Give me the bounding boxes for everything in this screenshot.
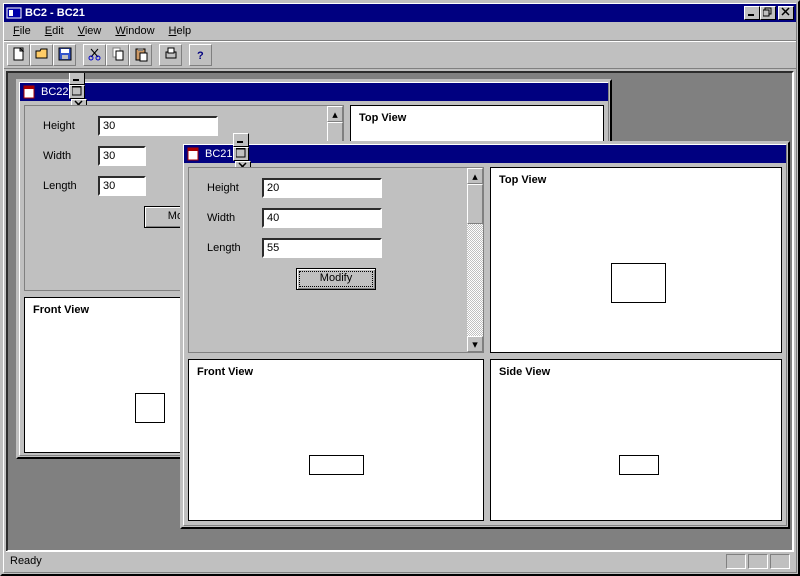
status-pane-1 (726, 554, 746, 569)
bc21-side-view-box (619, 455, 659, 475)
bc21-top-view-panel: Top View (490, 167, 782, 353)
mdi-client-area: BC22 Height Width (6, 71, 794, 552)
bc21-form-panel: Height Width Length Modify ▴ (188, 167, 484, 353)
menu-help-label: elp (176, 25, 191, 37)
open-folder-icon (34, 46, 50, 65)
bc21-front-view-panel: Front View (188, 359, 484, 521)
bc21-minimize-button[interactable] (233, 133, 249, 147)
app-titlebar[interactable]: BC2 - BC21 (4, 4, 796, 22)
bc21-top-view-box (611, 263, 666, 303)
save-disk-icon (57, 46, 73, 65)
new-file-icon (11, 46, 27, 65)
app-frame: BC2 - BC21 File Edit View Window Help ? (0, 0, 800, 576)
bc22-front-view-box (135, 393, 165, 423)
printer-icon (163, 46, 179, 65)
bc21-titlebar[interactable]: BC21 (184, 145, 786, 163)
toolbar: ? (4, 41, 796, 69)
bc21-front-view-label: Front View (189, 360, 483, 384)
toolbar-new-button[interactable] (7, 44, 30, 66)
minimize-button[interactable] (744, 6, 760, 20)
bc22-height-label: Height (43, 120, 98, 132)
help-icon: ? (193, 46, 209, 65)
bc21-length-label: Length (207, 242, 262, 254)
app-title: BC2 - BC21 (25, 7, 744, 19)
status-pane-2 (748, 554, 768, 569)
menu-window-label: indow (126, 25, 155, 37)
close-button[interactable] (778, 6, 794, 20)
bc22-length-input[interactable] (98, 176, 146, 196)
menu-view[interactable]: View (71, 23, 109, 39)
bc22-maximize-button[interactable] (69, 85, 85, 99)
bc21-width-input[interactable] (262, 208, 382, 228)
menubar: File Edit View Window Help (4, 22, 796, 41)
menu-view-label: iew (85, 25, 102, 37)
doc-icon (22, 84, 38, 100)
bc21-form-scrollbar[interactable]: ▴ ▾ (467, 168, 483, 352)
menu-edit[interactable]: Edit (38, 23, 71, 39)
bc21-top-view-label: Top View (491, 168, 781, 192)
bc22-title: BC22 (41, 86, 69, 98)
toolbar-copy-button[interactable] (106, 44, 129, 66)
bc21-length-input[interactable] (262, 238, 382, 258)
scroll-down-icon[interactable]: ▾ (467, 336, 483, 352)
bc21-front-view-box (309, 455, 364, 475)
bc21-title: BC21 (205, 148, 233, 160)
bc22-top-view-label: Top View (351, 106, 603, 130)
paste-icon (133, 46, 149, 65)
toolbar-cut-button[interactable] (83, 44, 106, 66)
status-text: Ready (10, 555, 724, 567)
menu-edit-label: dit (52, 25, 64, 37)
svg-text:?: ? (197, 50, 204, 62)
copy-icon (110, 46, 126, 65)
bc21-modify-button[interactable]: Modify (296, 268, 376, 290)
toolbar-open-button[interactable] (30, 44, 53, 66)
scroll-up-icon[interactable]: ▴ (467, 168, 483, 184)
toolbar-print-button[interactable] (159, 44, 182, 66)
bc22-width-input[interactable] (98, 146, 146, 166)
bc21-side-view-label: Side View (491, 360, 781, 384)
bc21-side-view-panel: Side View (490, 359, 782, 521)
scroll-up-icon[interactable]: ▴ (327, 106, 343, 122)
menu-help[interactable]: Help (162, 23, 199, 39)
statusbar: Ready (6, 551, 794, 570)
bc22-minimize-button[interactable] (69, 71, 85, 85)
child-window-bc21[interactable]: BC21 Height Width (180, 141, 790, 529)
scissors-icon (87, 46, 103, 65)
menu-file-label: ile (20, 25, 31, 37)
bc21-height-label: Height (207, 182, 262, 194)
bc22-width-label: Width (43, 150, 98, 162)
bc22-length-label: Length (43, 180, 98, 192)
toolbar-save-button[interactable] (53, 44, 76, 66)
bc21-height-input[interactable] (262, 178, 382, 198)
doc-icon (186, 146, 202, 162)
app-icon (6, 5, 22, 21)
menu-file[interactable]: File (6, 23, 38, 39)
bc22-height-input[interactable] (98, 116, 218, 136)
toolbar-paste-button[interactable] (129, 44, 152, 66)
status-pane-3 (770, 554, 790, 569)
bc22-titlebar[interactable]: BC22 (20, 83, 608, 101)
bc21-maximize-button[interactable] (233, 147, 249, 161)
restore-button[interactable] (760, 6, 776, 20)
menu-window[interactable]: Window (108, 23, 161, 39)
bc21-width-label: Width (207, 212, 262, 224)
toolbar-help-button[interactable]: ? (189, 44, 212, 66)
